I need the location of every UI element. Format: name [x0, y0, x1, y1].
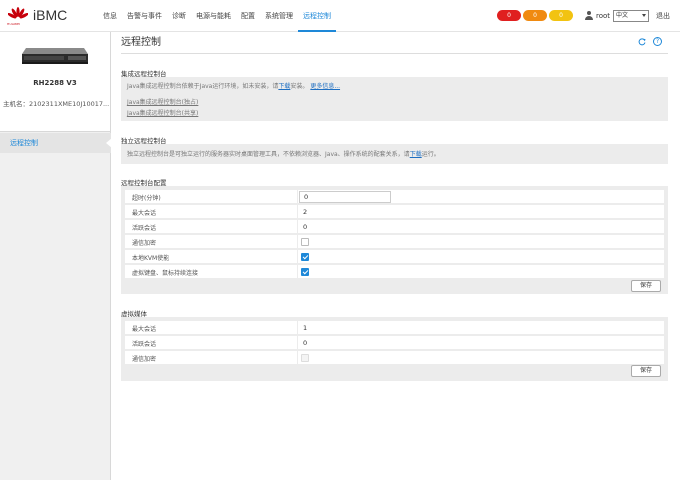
java-console-exclusive-link[interactable]: Java集成远程控制台(独占) [127, 97, 198, 106]
refresh-icon[interactable] [638, 38, 646, 46]
alarm-badges: 0 0 0 [497, 10, 573, 21]
standalone-download-link[interactable]: 下载 [410, 151, 422, 158]
title-divider [121, 53, 668, 54]
standalone-console-panel: 独立远程控制台是可独立运行的服务器实时桌面管理工具，不依赖浏览器、Java、操作… [121, 144, 668, 164]
main-nav: 信息 告警与事件 诊断 电源与能耗 配置 系统管理 远程控制 [98, 0, 336, 32]
vm-encryption-checkbox[interactable] [301, 354, 309, 362]
active-sessions-value: 0 [303, 223, 308, 231]
integrated-desc-install: 安装。 [290, 83, 309, 90]
timeout-row: 超时(分钟) 0 [125, 190, 664, 204]
page-title: 远程控制 [121, 37, 161, 48]
vm-max-sessions-row: 最大会话 1 [125, 321, 664, 335]
active-sessions-label: 活跃会话 [132, 225, 157, 232]
timeout-input[interactable]: 0 [299, 191, 391, 203]
language-select[interactable]: 中文 [613, 10, 649, 22]
nav-config[interactable]: 配置 [236, 0, 260, 32]
max-sessions-row: 最大会话 2 [125, 205, 664, 219]
major-alarm-badge[interactable]: 0 [523, 10, 547, 21]
local-kvm-checkbox[interactable] [301, 253, 309, 261]
user-icon [585, 11, 593, 20]
nav-system-management[interactable]: 系统管理 [260, 0, 298, 32]
server-info: RH2288 V3 主机名：2102311XME10J10017... [0, 32, 110, 132]
top-header: HUAWEI iBMC 信息 告警与事件 诊断 电源与能耗 配置 系统管理 远程… [0, 0, 680, 32]
sidebar: RH2288 V3 主机名：2102311XME10J10017... 远程控制 [0, 32, 112, 480]
minor-alarm-badge[interactable]: 0 [549, 10, 573, 21]
standalone-desc-text: 独立远程控制台是可独立运行的服务器实时桌面管理工具，不依赖浏览器、Java、操作… [127, 151, 410, 158]
vm-encryption-row: 通信加密 [125, 351, 664, 365]
standalone-console-desc: 独立远程控制台是可独立运行的服务器实时桌面管理工具，不依赖浏览器、Java、操作… [127, 149, 440, 158]
server-model: RH2288 V3 [33, 79, 77, 87]
host-name: 主机名：2102311XME10J10017... [3, 100, 109, 108]
server-icon [22, 48, 88, 64]
encryption-label: 通信加密 [132, 240, 157, 247]
nav-diagnostics[interactable]: 诊断 [167, 0, 191, 32]
persistent-kbd-mouse-row: 虚拟键盘、鼠标持续连接 [125, 265, 664, 279]
sidebar-item-remote-control[interactable]: 远程控制 [0, 133, 112, 153]
nav-remote-control[interactable]: 远程控制 [298, 0, 336, 32]
vm-max-sessions-value: 1 [303, 324, 308, 332]
more-info-link[interactable]: 更多信息... [310, 83, 340, 90]
user-menu[interactable]: root [585, 11, 610, 20]
nav-info[interactable]: 信息 [98, 0, 122, 32]
language-value: 中文 [616, 12, 629, 19]
integrated-download-link[interactable]: 下载 [278, 83, 290, 90]
console-config-panel: 超时(分钟) 0 最大会话 2 活跃会话 0 通信加密 本地KVM使能 虚拟键盘… [121, 186, 668, 294]
max-sessions-label: 最大会话 [132, 210, 157, 217]
standalone-desc-run: 运行。 [421, 151, 440, 158]
help-icon[interactable]: ? [653, 37, 662, 46]
critical-alarm-badge[interactable]: 0 [497, 10, 521, 21]
timeout-label: 超时(分钟) [132, 195, 161, 202]
config-save-button[interactable]: 保存 [631, 280, 661, 292]
vm-save-button[interactable]: 保存 [631, 365, 661, 377]
java-console-shared-link[interactable]: Java集成远程控制台(共享) [127, 108, 198, 117]
integrated-console-desc: Java集成远程控制台依赖于Java运行环境，如未安装，请下载安装。 更多信息.… [127, 81, 340, 90]
local-kvm-label: 本地KVM使能 [132, 255, 170, 262]
max-sessions-value: 2 [303, 208, 308, 216]
username: root [596, 11, 611, 20]
main-content: 远程控制 ? 集成远程控制台 Java集成远程控制台依赖于Java运行环境，如未… [111, 32, 680, 480]
persistent-kbd-mouse-checkbox[interactable] [301, 268, 309, 276]
brand-name: iBMC [33, 7, 68, 23]
active-sessions-row: 活跃会话 0 [125, 220, 664, 234]
chevron-down-icon [642, 14, 646, 17]
encryption-checkbox[interactable] [301, 238, 309, 246]
brand-subtitle: HUAWEI [7, 22, 21, 26]
logout-link[interactable]: 退出 [656, 11, 670, 21]
integrated-console-panel: Java集成远程控制台依赖于Java运行环境，如未安装，请下载安装。 更多信息.… [121, 77, 668, 121]
persistent-kbd-mouse-label: 虚拟键盘、鼠标持续连接 [132, 270, 199, 277]
vm-active-sessions-label: 活跃会话 [132, 341, 157, 348]
vm-encryption-label: 通信加密 [132, 356, 157, 363]
virtual-media-panel: 最大会话 1 活跃会话 0 通信加密 保存 [121, 317, 668, 381]
vm-active-sessions-row: 活跃会话 0 [125, 336, 664, 350]
nav-alarms-events[interactable]: 告警与事件 [122, 0, 167, 32]
vm-active-sessions-value: 0 [303, 339, 308, 347]
local-kvm-row: 本地KVM使能 [125, 250, 664, 264]
integrated-desc-text: Java集成远程控制台依赖于Java运行环境，如未安装，请 [127, 83, 279, 90]
vm-max-sessions-label: 最大会话 [132, 326, 157, 333]
encryption-row: 通信加密 [125, 235, 664, 249]
nav-power[interactable]: 电源与能耗 [191, 0, 236, 32]
